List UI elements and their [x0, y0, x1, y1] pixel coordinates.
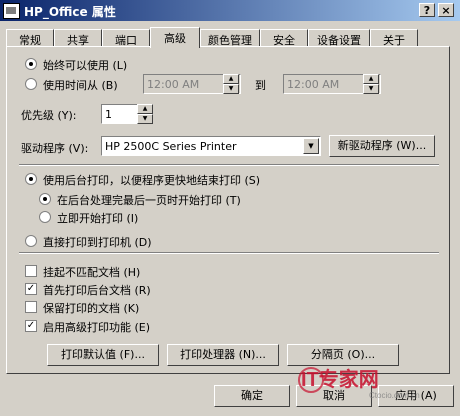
tab-advanced[interactable]: 高级: [150, 27, 200, 48]
advanced-features-checkbox[interactable]: ✓: [25, 320, 37, 332]
priority-spinner[interactable]: ▲ ▼: [137, 104, 153, 124]
to-time-spinner[interactable]: ▲ ▼: [363, 74, 379, 94]
advanced-features-label: 启用高级打印功能 (E): [43, 321, 151, 334]
print-processor-button[interactable]: 打印处理器 (N)...: [167, 344, 279, 366]
divider: [19, 252, 439, 254]
divider: [19, 164, 439, 166]
spool-radio[interactable]: [25, 173, 37, 185]
ok-button[interactable]: 确定: [214, 385, 290, 407]
start-immediately-label: 立即开始打印 (I): [57, 212, 139, 225]
hold-mismatched-checkbox[interactable]: [25, 265, 37, 277]
printer-icon: [3, 3, 20, 19]
available-from-radio[interactable]: [25, 78, 37, 90]
start-immediately-radio[interactable]: [39, 211, 51, 223]
to-label: 到: [255, 79, 266, 92]
from-time-spinner[interactable]: ▲ ▼: [223, 74, 239, 94]
spooled-first-label: 首先打印后台文档 (R): [43, 284, 151, 297]
driver-label: 驱动程序 (V):: [21, 142, 89, 155]
help-button[interactable]: ?: [419, 3, 435, 17]
spin-down-icon[interactable]: ▼: [223, 84, 239, 94]
new-driver-button[interactable]: 新驱动程序 (W)...: [329, 135, 435, 157]
print-direct-label: 直接打印到打印机 (D): [43, 236, 152, 249]
hold-mismatched-label: 挂起不匹配文档 (H): [43, 266, 141, 279]
spin-up-icon[interactable]: ▲: [223, 74, 239, 84]
spool-label: 使用后台打印，以便程序更快地结束打印 (S): [43, 174, 261, 187]
driver-value: HP 2500C Series Printer: [105, 140, 237, 153]
separator-page-button[interactable]: 分隔页 (O)...: [287, 344, 399, 366]
apply-button[interactable]: 应用 (A): [378, 385, 454, 407]
spooled-first-checkbox[interactable]: ✓: [25, 283, 37, 295]
title-bar[interactable]: HP_Office 属性 ? ×: [0, 0, 460, 21]
spin-up-icon[interactable]: ▲: [363, 74, 379, 84]
print-direct-radio[interactable]: [25, 235, 37, 247]
tab-general[interactable]: 常规: [6, 29, 54, 47]
printing-defaults-button[interactable]: 打印默认值 (F)...: [47, 344, 159, 366]
tab-security[interactable]: 安全: [260, 29, 308, 47]
always-available-radio[interactable]: [25, 58, 37, 70]
keep-printed-checkbox[interactable]: [25, 301, 37, 313]
priority-label: 优先级 (Y):: [21, 109, 77, 122]
spin-down-icon[interactable]: ▼: [363, 84, 379, 94]
tab-ports[interactable]: 端口: [102, 29, 150, 47]
start-after-last-page-radio[interactable]: [39, 193, 51, 205]
tab-device-settings[interactable]: 设备设置: [308, 29, 370, 47]
always-available-label: 始终可以使用 (L): [43, 59, 128, 72]
keep-printed-label: 保留打印的文档 (K): [43, 302, 140, 315]
spin-down-icon[interactable]: ▼: [137, 114, 153, 124]
properties-window: HP_Office 属性 ? × 常规 共享 端口 高级 颜色管理 安全 设备设…: [0, 0, 460, 416]
spin-up-icon[interactable]: ▲: [137, 104, 153, 114]
available-from-label: 使用时间从 (B): [43, 79, 118, 92]
tab-sharing[interactable]: 共享: [54, 29, 102, 47]
chevron-down-icon[interactable]: ▼: [303, 138, 319, 154]
tab-about[interactable]: 关于: [370, 29, 418, 47]
advanced-panel: 始终可以使用 (L) 使用时间从 (B) 12:00 AM ▲ ▼ 到 12:00…: [6, 46, 450, 374]
close-button[interactable]: ×: [438, 3, 454, 17]
cancel-button[interactable]: 取消: [296, 385, 372, 407]
driver-select[interactable]: HP 2500C Series Printer ▼: [101, 136, 321, 156]
window-title: HP_Office 属性: [24, 5, 116, 19]
start-after-last-page-label: 在后台处理完最后一页时开始打印 (T): [57, 194, 241, 207]
tab-color-management[interactable]: 颜色管理: [200, 29, 260, 47]
